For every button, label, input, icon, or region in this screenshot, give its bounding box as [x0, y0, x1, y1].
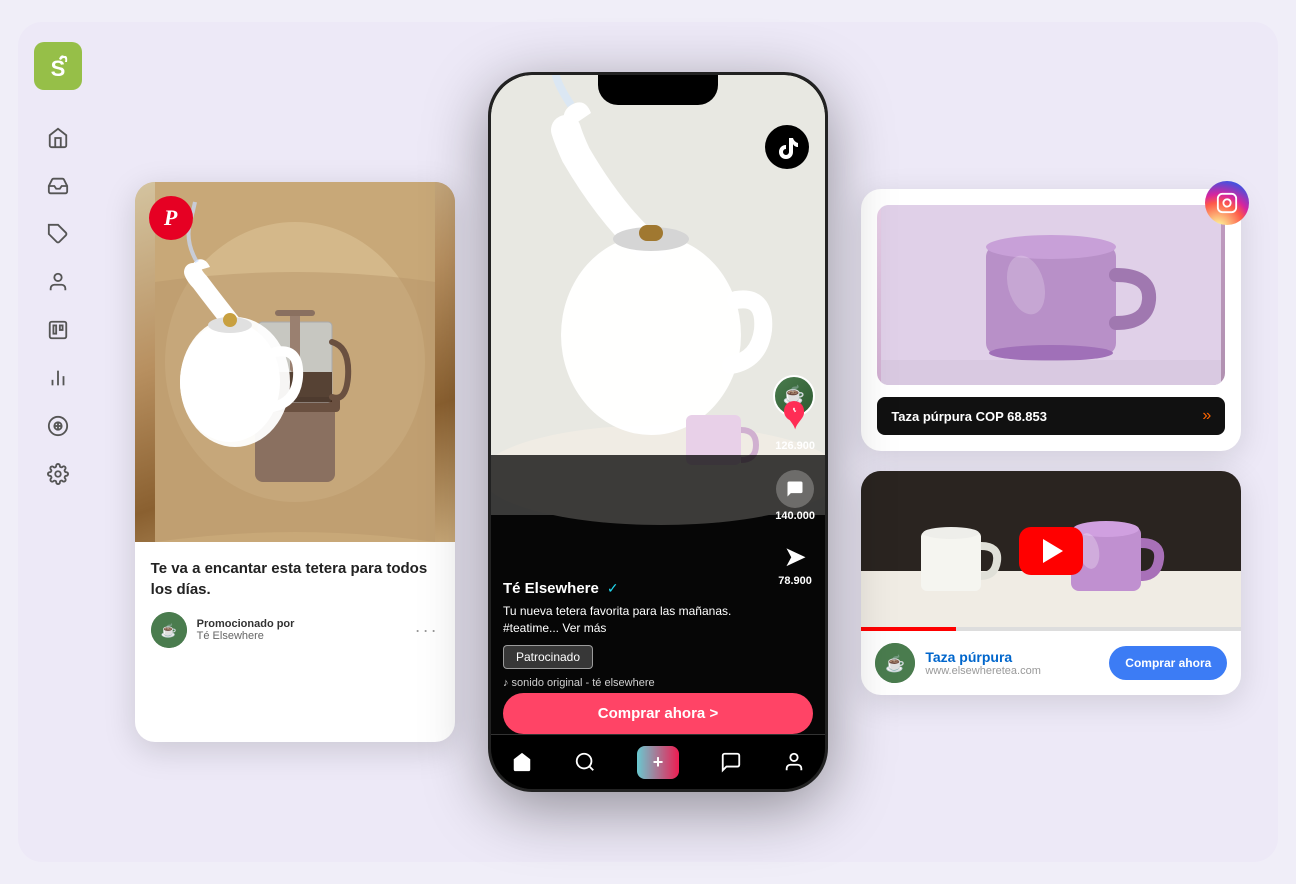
sidebar-item-settings[interactable]: [38, 454, 78, 494]
phone-notch: [598, 75, 718, 105]
tiktok-bottom-info: Té Elsewhere ✓ Tu nueva tetera favorita …: [503, 580, 755, 689]
sidebar-item-tags[interactable]: [38, 214, 78, 254]
pinterest-brand-name: Té Elsewhere: [197, 630, 405, 642]
pinterest-more-options[interactable]: ···: [415, 620, 439, 641]
tiktok-verified-badge: ✓: [607, 580, 619, 597]
tiktok-like-count: 126.900: [775, 440, 815, 452]
svg-text:☕: ☕: [161, 622, 177, 638]
youtube-card: ☕ Taza púrpura www.elsewheretea.com Comp…: [861, 471, 1241, 695]
tiktok-phone: ☕ + ♥ 126.900: [488, 72, 828, 792]
youtube-brand-avatar: ☕: [875, 643, 915, 683]
svg-text:S: S: [51, 56, 66, 81]
youtube-ad-row: ☕ Taza púrpura www.elsewheretea.com Comp…: [861, 631, 1241, 695]
play-triangle: [1043, 539, 1063, 563]
tiktok-sponsored-badge: Patrocinado: [503, 645, 593, 669]
sidebar-item-home[interactable]: [38, 118, 78, 158]
youtube-progress-bar-container: [861, 627, 1241, 631]
tiktok-nav-search[interactable]: [574, 751, 596, 773]
sidebar-item-inbox[interactable]: [38, 166, 78, 206]
sidebar: S: [18, 22, 98, 862]
content-area: P Te va a encantar esta tetera para todo…: [98, 22, 1278, 862]
tiktok-buy-button[interactable]: Comprar ahora >: [503, 693, 813, 734]
tiktok-like-action[interactable]: ♥ 126.900: [775, 396, 815, 452]
sidebar-item-analytics[interactable]: [38, 358, 78, 398]
tiktok-bottom-nav: +: [491, 734, 825, 789]
tiktok-nav-profile[interactable]: [783, 751, 805, 773]
pinterest-card: P Te va a encantar esta tetera para todo…: [135, 182, 455, 742]
tiktok-logo: [765, 125, 809, 169]
tiktok-comment-count: 140.000: [775, 510, 815, 522]
youtube-cta-button[interactable]: Comprar ahora: [1109, 646, 1227, 680]
youtube-video-area: [861, 471, 1241, 631]
sidebar-item-marketing[interactable]: [38, 406, 78, 446]
tiktok-nav-inbox[interactable]: [720, 751, 742, 773]
sidebar-item-customers[interactable]: [38, 262, 78, 302]
pinterest-logo: P: [149, 196, 193, 240]
tiktok-share-action[interactable]: ➤ 78.900: [778, 540, 812, 587]
youtube-website: www.elsewheretea.com: [925, 665, 1099, 677]
tiktok-username: Té Elsewhere: [503, 580, 599, 597]
instagram-card: Taza púrpura COP 68.853 »: [861, 189, 1241, 451]
instagram-product-info: Taza púrpura COP 68.853 »: [877, 397, 1225, 435]
youtube-play-button[interactable]: [1019, 527, 1083, 575]
pinterest-footer: ☕ Promocionado por Té Elsewhere ···: [151, 612, 439, 648]
tiktok-nav-home[interactable]: [511, 751, 533, 773]
youtube-product-title: Taza púrpura: [925, 649, 1099, 665]
pinterest-image: P: [135, 182, 455, 542]
instagram-product-image: [877, 205, 1225, 385]
pinterest-ad-title: Te va a encantar esta tetera para todos …: [151, 558, 439, 600]
tiktok-sidebar-actions: ♥ 126.900 140.000 ➤: [775, 396, 815, 587]
main-container: S: [18, 22, 1278, 862]
pinterest-brand-info: Promocionado por Té Elsewhere: [197, 618, 405, 642]
svg-text:☕: ☕: [885, 654, 905, 673]
tiktok-share-count: 78.900: [778, 575, 812, 587]
sidebar-item-content[interactable]: [38, 310, 78, 350]
tiktok-user-row: Té Elsewhere ✓: [503, 580, 755, 597]
tiktok-comment-action[interactable]: 140.000: [775, 470, 815, 522]
pinterest-brand-avatar: ☕: [151, 612, 187, 648]
youtube-progress-fill: [861, 627, 956, 631]
instagram-product-name: Taza púrpura COP 68.853: [891, 409, 1047, 424]
instagram-logo: [1205, 181, 1249, 225]
pinterest-promoted-label: Promocionado por: [197, 618, 405, 630]
pinterest-content: Te va a encantar esta tetera para todos …: [135, 542, 455, 664]
tiktok-sound-text: ♪ sonido original - té elsewhere: [503, 677, 755, 689]
tiktok-nav-add[interactable]: +: [637, 746, 680, 779]
tiktok-description: Tu nueva tetera favorita para las mañana…: [503, 603, 755, 637]
right-panel: Taza púrpura COP 68.853 »: [861, 189, 1241, 695]
instagram-shop-arrows[interactable]: »: [1202, 407, 1211, 425]
shopify-logo: S: [34, 42, 82, 90]
tiktok-screen: ☕ + ♥ 126.900: [491, 75, 825, 789]
youtube-ad-info: Taza púrpura www.elsewheretea.com: [925, 649, 1099, 677]
